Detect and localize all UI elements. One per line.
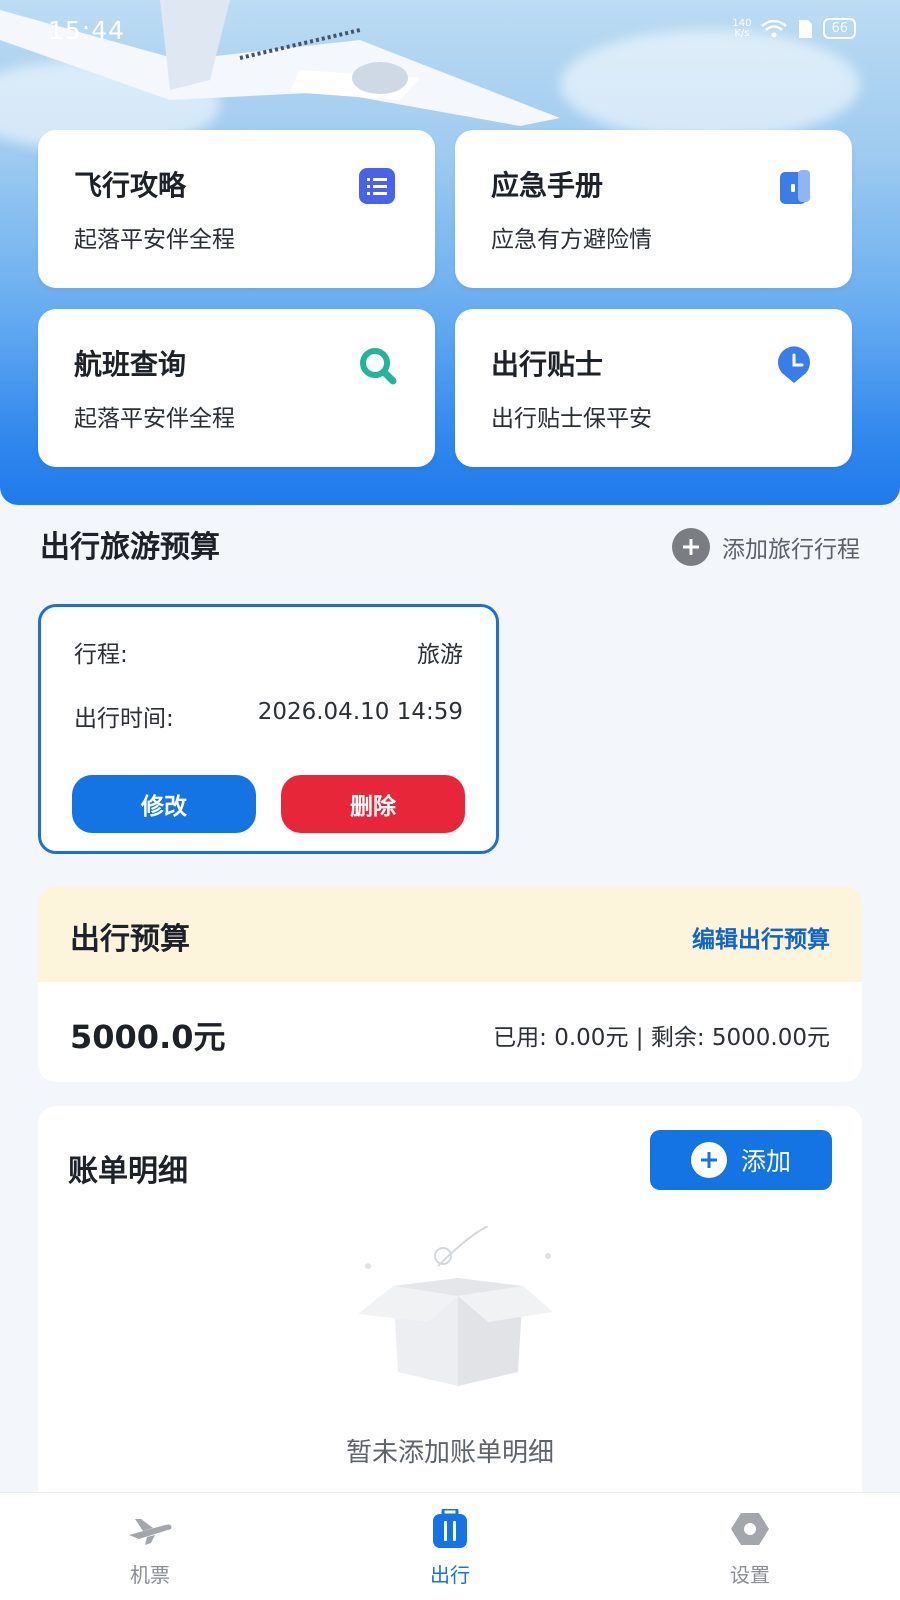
airplane-icon [129, 1519, 172, 1545]
tab-tickets[interactable]: 机票 [0, 1493, 300, 1600]
tab-travel[interactable]: 出行 [300, 1493, 600, 1600]
book-icon [780, 170, 810, 204]
card-subtitle: 出行贴士保平安 [491, 406, 652, 432]
card-subtitle: 起落平安伴全程 [74, 406, 235, 432]
empty-box-illustration [358, 1226, 553, 1386]
card-emergency-manual[interactable]: 应急手册 应急有方避险情 [455, 130, 852, 288]
card-flight-search[interactable]: 航班查询 起落平安伴全程 [38, 309, 435, 467]
time-label: 出行时间: [74, 706, 174, 732]
plus-circle-icon [672, 528, 710, 566]
network-speed: 140 K/s [732, 17, 752, 39]
add-trip-label: 添加旅行行程 [722, 537, 860, 563]
card-subtitle: 起落平安伴全程 [74, 227, 235, 253]
budget-usage: 已用: 0.00元 | 剩余: 5000.00元 [493, 1025, 830, 1051]
tab-settings[interactable]: 设置 [600, 1493, 900, 1600]
add-bill-button[interactable]: 添加 [650, 1130, 832, 1190]
card-title: 出行贴士 [491, 348, 604, 381]
section-title-trip-budget: 出行旅游预算 [40, 530, 220, 565]
card-flight-guide[interactable]: 飞行攻略 起落平安伴全程 [38, 130, 435, 288]
card-title: 飞行攻略 [74, 169, 187, 202]
search-icon [360, 348, 397, 385]
tab-label: 机票 [130, 1563, 170, 1587]
edit-budget-link[interactable]: 编辑出行预算 [692, 920, 830, 954]
time-value: 2026.04.10 14:59 [257, 699, 463, 725]
card-travel-tips[interactable]: 出行贴士 出行贴士保平安 [455, 309, 852, 467]
add-bill-label: 添加 [740, 1147, 791, 1176]
bottom-tab-bar: 机票 出行 设置 [0, 1492, 900, 1600]
clock-icon [778, 346, 810, 383]
status-time: 15:44 [48, 16, 126, 45]
card-subtitle: 应急有方避险情 [491, 227, 652, 253]
budget-title: 出行预算 [70, 922, 190, 957]
list-icon [359, 168, 395, 204]
itinerary-label: 行程: [74, 642, 128, 668]
budget-card: 出行预算 编辑出行预算 5000.0元 已用: 0.00元 | 剩余: 5000… [38, 886, 862, 1082]
tab-label: 设置 [730, 1563, 770, 1587]
budget-amount: 5000.0元 [70, 1018, 226, 1056]
settings-icon [731, 1513, 769, 1545]
card-title: 应急手册 [491, 169, 604, 202]
wifi-icon [761, 19, 788, 37]
tab-label: 出行 [430, 1563, 470, 1587]
bill-title: 账单明细 [68, 1154, 188, 1189]
itinerary-value: 旅游 [417, 642, 463, 668]
sim-card-icon [799, 19, 813, 38]
trip-card: 行程: 旅游 出行时间: 2026.04.10 14:59 修改 删除 [38, 604, 499, 854]
trip-itinerary-row: 行程: 旅游 [74, 635, 463, 669]
card-title: 航班查询 [74, 348, 187, 381]
delete-trip-button[interactable]: 删除 [281, 775, 465, 833]
add-trip-button[interactable]: 添加旅行行程 [672, 528, 860, 566]
edit-trip-button[interactable]: 修改 [72, 775, 256, 833]
plus-circle-icon [690, 1142, 727, 1178]
status-bar: 15:44 140 K/s 66 [0, 0, 900, 60]
status-indicators: 140 K/s 66 [732, 18, 856, 39]
luggage-icon [433, 1509, 467, 1548]
empty-state-text: 暂未添加账单明细 [345, 1438, 554, 1468]
bill-card: 账单明细 添加 暂未添加账单明细 [38, 1106, 862, 1506]
trip-time-row: 出行时间: 2026.04.10 14:59 [74, 699, 463, 733]
battery-icon: 66 [823, 18, 856, 39]
